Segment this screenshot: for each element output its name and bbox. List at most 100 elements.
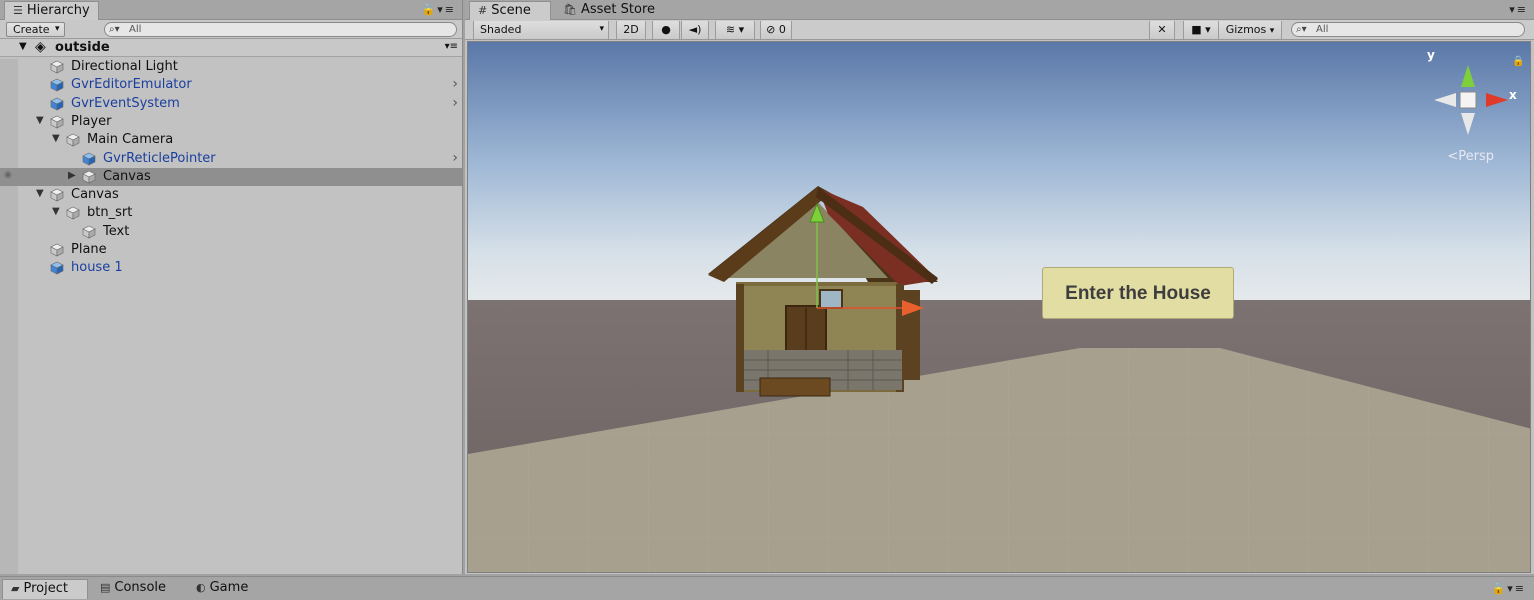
persp-arrow-icon: < (1447, 149, 1459, 164)
chevron-right-icon[interactable]: › (452, 150, 458, 166)
lock-icon[interactable]: 🔒 (1512, 56, 1524, 67)
hierarchy-row[interactable]: ▶ Canvas ◉ (0, 167, 462, 186)
expanded-arrow-icon[interactable]: ▼ (52, 133, 60, 144)
bottom-tabbar: ▰ Project ▤ Console ◐ Game 🔒▾≡ (0, 576, 1534, 600)
bottom-panel-options[interactable]: 🔒▾≡ (1492, 582, 1526, 595)
hierarchy-row-label: Directional Light (71, 59, 178, 74)
prefab-cube-icon (50, 97, 64, 111)
gameobject-cube-icon (66, 207, 80, 220)
scene-search-input[interactable]: ⌕▾ All (1291, 22, 1525, 37)
hierarchy-row-label: Plane (71, 242, 107, 257)
hierarchy-search-input[interactable]: ⌕▾ All (104, 22, 457, 37)
hierarchy-row[interactable]: GvrEditorEmulator › (0, 76, 462, 94)
scene-render (468, 42, 1530, 572)
scene-toolbar: Shaded ▾ 2D ● ◄) ≋ ▾ ⊘ 0 ✕ ■ ▾ Gizmos ▾ … (465, 20, 1534, 40)
hierarchy-row[interactable]: Plane (0, 241, 462, 259)
chevron-down-icon: ▾ (599, 24, 604, 34)
hierarchy-row[interactable]: ▼ Canvas (0, 186, 462, 204)
persp-toggle[interactable]: <Persp (1447, 149, 1494, 164)
expanded-arrow-icon[interactable]: ▼ (52, 206, 60, 217)
hierarchy-panel: ☰Hierarchy 🔒▾≡ Create ⌕▾ All ▼ ◈ outside… (0, 0, 463, 574)
search-icon: ⌕▾ (1296, 24, 1307, 35)
hierarchy-row[interactable]: ▼ Main Camera (0, 131, 462, 149)
sky (468, 42, 1530, 312)
lighting-toggle-icon[interactable]: ● (652, 21, 680, 39)
collapsed-arrow-icon[interactable]: ▶ (68, 170, 76, 181)
tab-game[interactable]: ◐ Game (188, 579, 256, 599)
tab-game-label: Game (209, 580, 249, 595)
gameobject-cube-icon (50, 115, 64, 129)
expanded-arrow-icon[interactable]: ▼ (36, 188, 44, 199)
eye-icon[interactable]: ◉ (4, 170, 12, 180)
scene-viewport[interactable]: y x 🔒 <Persp Enter the House (467, 41, 1531, 573)
scene-tabbar: # Scene 🛍 Asset Store ▾≡ (465, 0, 1534, 20)
tab-asset-store[interactable]: 🛍 Asset Store (555, 1, 663, 20)
gameobject-cube-icon (82, 225, 96, 239)
console-icon: ▤ (100, 581, 111, 594)
tab-asset-store-label: Asset Store (580, 2, 655, 17)
tab-hierarchy[interactable]: ☰ Hierarchy (4, 1, 99, 20)
lock-icon[interactable]: 🔒 (1492, 582, 1508, 595)
hidden-objects-toggle[interactable]: ⊘ 0 (760, 21, 792, 39)
hidden-count: 0 (778, 23, 786, 36)
tab-scene-label: Scene (491, 3, 531, 18)
tab-console-label: Console (114, 580, 167, 595)
tools-icon[interactable]: ✕ (1149, 21, 1175, 39)
gameobject-cube-icon (82, 170, 96, 184)
hierarchy-row[interactable]: GvrReticlePointer › (0, 150, 462, 168)
audio-toggle-icon[interactable]: ◄) (681, 21, 709, 39)
unity-editor: ☰Hierarchy 🔒▾≡ Create ⌕▾ All ▼ ◈ outside… (0, 0, 1534, 600)
tab-project-label: Project (23, 581, 68, 596)
hierarchy-row-label: GvrEditorEmulator (71, 77, 192, 93)
panel-menu-icon[interactable]: ▾≡ (1507, 582, 1526, 595)
hierarchy-row[interactable]: ▼ Player (0, 113, 462, 131)
hierarchy-row-label: house 1 (71, 260, 123, 276)
create-button[interactable]: Create (6, 22, 65, 37)
tab-console[interactable]: ▤ Console (92, 579, 174, 599)
scene-menu-icon[interactable]: ▾≡ (445, 41, 458, 52)
gameobject-cube-icon (66, 133, 80, 147)
scene-search-placeholder: All (1316, 24, 1329, 35)
prefab-cube-icon (50, 261, 64, 275)
hierarchy-row-label: Main Camera (87, 132, 174, 148)
chevron-right-icon[interactable]: › (452, 95, 458, 111)
tab-hierarchy-label: Hierarchy (26, 3, 90, 18)
eye-slash-icon: ⊘ (766, 23, 776, 36)
camera-dropdown-icon[interactable]: ■ ▾ (1183, 21, 1219, 39)
panel-menu-icon[interactable]: ▾≡ (437, 3, 456, 16)
axis-y-label: y (1427, 48, 1435, 62)
scene-panel-menu-icon[interactable]: ▾≡ (1509, 3, 1528, 16)
gameobject-cube-icon (50, 60, 64, 74)
gizmos-dropdown[interactable]: Gizmos ▾ (1218, 21, 1282, 39)
enter-house-ui-button[interactable]: Enter the House (1042, 267, 1234, 319)
chevron-right-icon[interactable]: › (452, 76, 458, 92)
search-icon: ⌕▾ (109, 24, 120, 35)
scene-name: outside (55, 40, 110, 55)
expanded-arrow-icon[interactable]: ▼ (36, 115, 44, 126)
tab-scene[interactable]: # Scene (469, 1, 551, 20)
hierarchy-row[interactable]: Text (0, 223, 462, 241)
prefab-cube-icon (50, 78, 64, 92)
hierarchy-row[interactable]: ▼ btn_srt (0, 204, 462, 222)
hierarchy-row[interactable]: house 1 (0, 259, 462, 277)
scene-root-row[interactable]: ▼ ◈ outside ▾≡ (0, 39, 462, 57)
hierarchy-search-placeholder: All (129, 24, 142, 35)
hierarchy-row[interactable]: GvrEventSystem › (0, 95, 462, 113)
tab-project[interactable]: ▰ Project (2, 579, 88, 599)
hierarchy-row[interactable]: Directional Light (0, 58, 462, 76)
expand-arrow-icon[interactable]: ▼ (19, 41, 27, 52)
panel-options[interactable]: 🔒▾≡ (422, 3, 456, 16)
hierarchy-row-label: Canvas (71, 187, 119, 203)
list-icon: ☰ (13, 4, 23, 17)
hierarchy-row-label: Player (71, 113, 112, 129)
toggle-2d-button[interactable]: 2D (616, 21, 646, 39)
persp-label: Persp (1458, 149, 1494, 164)
shading-mode-dropdown[interactable]: Shaded ▾ (473, 21, 609, 39)
gameobject-cube-icon (50, 188, 64, 202)
hierarchy-tabbar: ☰ Hierarchy 🔒▾≡ (0, 0, 462, 20)
lock-icon[interactable]: 🔒 (422, 3, 438, 16)
hierarchy-row-label: btn_srt (87, 205, 133, 221)
unity-logo-icon: ◈ (35, 39, 46, 55)
effects-dropdown-icon[interactable]: ≋ ▾ (715, 21, 755, 39)
hierarchy-row-label: GvrReticlePointer (103, 150, 216, 166)
